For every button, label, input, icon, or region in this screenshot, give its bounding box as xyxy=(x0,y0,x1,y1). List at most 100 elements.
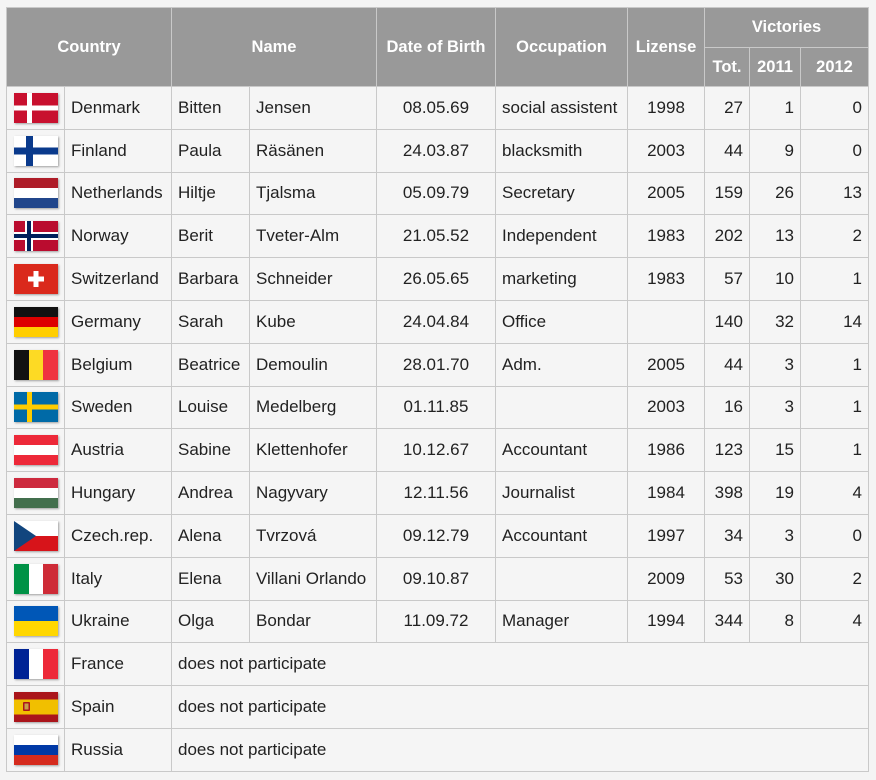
last-name-cell: Nagyvary xyxy=(248,471,378,515)
country-cell: France xyxy=(64,642,172,687)
date-of-birth-cell: 10.12.67 xyxy=(376,428,497,473)
header-name: Name xyxy=(170,7,378,87)
denmark-flag-icon xyxy=(13,92,58,123)
occupation-cell: Secretary xyxy=(495,171,629,216)
occupation-cell: Adm. xyxy=(495,342,629,387)
total-victories-cell: 123 xyxy=(704,428,751,473)
country-cell: Norway xyxy=(64,214,172,259)
total-victories-cell: 202 xyxy=(704,214,751,259)
first-name-cell: Berit xyxy=(171,214,250,259)
flag-cell xyxy=(6,214,65,259)
country-cell: Austria xyxy=(64,428,172,473)
first-name-cell: Beatrice xyxy=(171,342,250,387)
country-cell: Hungary xyxy=(64,471,172,515)
table-row: Spain does not participate xyxy=(6,685,870,729)
country-cell: Ukraine xyxy=(64,599,172,644)
header-country: Country xyxy=(6,7,172,87)
table-row: France does not participate xyxy=(6,642,870,687)
total-victories-cell: 53 xyxy=(704,556,751,601)
first-name-cell: Sarah xyxy=(171,299,250,344)
total-victories-cell: 27 xyxy=(704,86,751,130)
flag-cell xyxy=(6,385,65,430)
victories-2011-cell: 13 xyxy=(749,214,802,259)
header-date-of-birth: Date of Birth xyxy=(376,7,497,87)
victories-2011-cell: 32 xyxy=(749,299,802,344)
first-name-cell: Barbara xyxy=(171,257,250,301)
ukraine-flag-icon xyxy=(13,606,58,637)
flag-cell xyxy=(6,727,65,772)
occupation-cell xyxy=(495,385,629,430)
victories-2012-cell: 0 xyxy=(800,128,870,173)
victories-2011-cell: 15 xyxy=(749,428,802,473)
czech-flag-icon xyxy=(13,520,58,551)
date-of-birth-cell: 24.04.84 xyxy=(376,299,497,344)
victories-2011-cell: 3 xyxy=(749,513,802,558)
country-cell: Czech.rep. xyxy=(64,513,172,558)
country-cell: Russia xyxy=(64,727,172,772)
table-row: Belgium Beatrice Demoulin 28.01.70 Adm. 2005 4… xyxy=(6,342,870,387)
total-victories-cell: 140 xyxy=(704,299,751,344)
license-cell: 1983 xyxy=(627,257,706,301)
victories-2012-cell: 2 xyxy=(800,556,870,601)
occupation-cell: Accountant xyxy=(495,513,629,558)
occupation-cell: Journalist xyxy=(495,471,629,515)
total-victories-cell: 398 xyxy=(704,471,751,515)
last-name-cell: Jensen xyxy=(248,86,378,130)
victories-2012-cell: 2 xyxy=(800,214,870,259)
date-of-birth-cell: 08.05.69 xyxy=(376,86,497,130)
victories-2012-cell: 1 xyxy=(800,385,870,430)
country-cell: Italy xyxy=(64,556,172,601)
germany-flag-icon xyxy=(13,306,58,337)
table-row: Ukraine Olga Bondar 11.09.72 Manager 1994 344 8… xyxy=(6,599,870,644)
country-cell: Denmark xyxy=(64,86,172,130)
date-of-birth-cell: 09.12.79 xyxy=(376,513,497,558)
victories-2012-cell: 1 xyxy=(800,257,870,301)
italy-flag-icon xyxy=(13,563,58,594)
hungary-flag-icon xyxy=(13,478,58,509)
finland-flag-icon xyxy=(13,135,58,166)
total-victories-cell: 57 xyxy=(704,257,751,301)
country-cell: Netherlands xyxy=(64,171,172,216)
first-name-cell: Hiltje xyxy=(171,171,250,216)
license-cell: 1997 xyxy=(627,513,706,558)
victories-2012-cell: 1 xyxy=(800,342,870,387)
total-victories-cell: 44 xyxy=(704,342,751,387)
victories-2012-cell: 0 xyxy=(800,513,870,558)
header-occupation: Occupation xyxy=(495,7,629,87)
flag-cell xyxy=(6,471,65,515)
last-name-cell: Kube xyxy=(248,299,378,344)
participation-note-cell: does not participate xyxy=(170,642,870,687)
victories-2012-cell: 4 xyxy=(800,471,870,515)
date-of-birth-cell: 09.10.87 xyxy=(376,556,497,601)
last-name-cell: Klettenhofer xyxy=(248,428,378,473)
total-victories-cell: 16 xyxy=(704,385,751,430)
victories-2011-cell: 26 xyxy=(749,171,802,216)
license-cell: 1986 xyxy=(627,428,706,473)
date-of-birth-cell: 01.11.85 xyxy=(376,385,497,430)
country-cell: Spain xyxy=(64,685,172,729)
first-name-cell: Elena xyxy=(171,556,250,601)
victories-2012-cell: 0 xyxy=(800,86,870,130)
flag-cell xyxy=(6,257,65,301)
date-of-birth-cell: 26.05.65 xyxy=(376,257,497,301)
license-cell: 2003 xyxy=(627,385,706,430)
table-row: Netherlands Hiltje Tjalsma 05.09.79 Secretar… xyxy=(6,171,870,216)
table-row: Italy Elena Villani Orlando 09.10.87 2009 53 3… xyxy=(6,556,870,601)
last-name-cell: Räsänen xyxy=(248,128,378,173)
first-name-cell: Bitten xyxy=(171,86,250,130)
table-row: Denmark Bitten Jensen 08.05.69 social assist… xyxy=(6,86,870,130)
netherlands-flag-icon xyxy=(13,178,58,209)
flag-cell xyxy=(6,342,65,387)
occupation-cell: blacksmith xyxy=(495,128,629,173)
last-name-cell: Tveter-Alm xyxy=(248,214,378,259)
victories-2012-cell: 1 xyxy=(800,428,870,473)
table-row: Sweden Louise Medelberg 01.11.85 2003 16 3 1 xyxy=(6,385,870,430)
flag-cell xyxy=(6,513,65,558)
first-name-cell: Andrea xyxy=(171,471,250,515)
table-row: Hungary Andrea Nagyvary 12.11.56 Journalist 1… xyxy=(6,471,870,515)
flag-cell xyxy=(6,642,65,687)
victories-2011-cell: 3 xyxy=(749,385,802,430)
spain-flag-icon xyxy=(13,692,58,723)
last-name-cell: Medelberg xyxy=(248,385,378,430)
occupation-cell: marketing xyxy=(495,257,629,301)
